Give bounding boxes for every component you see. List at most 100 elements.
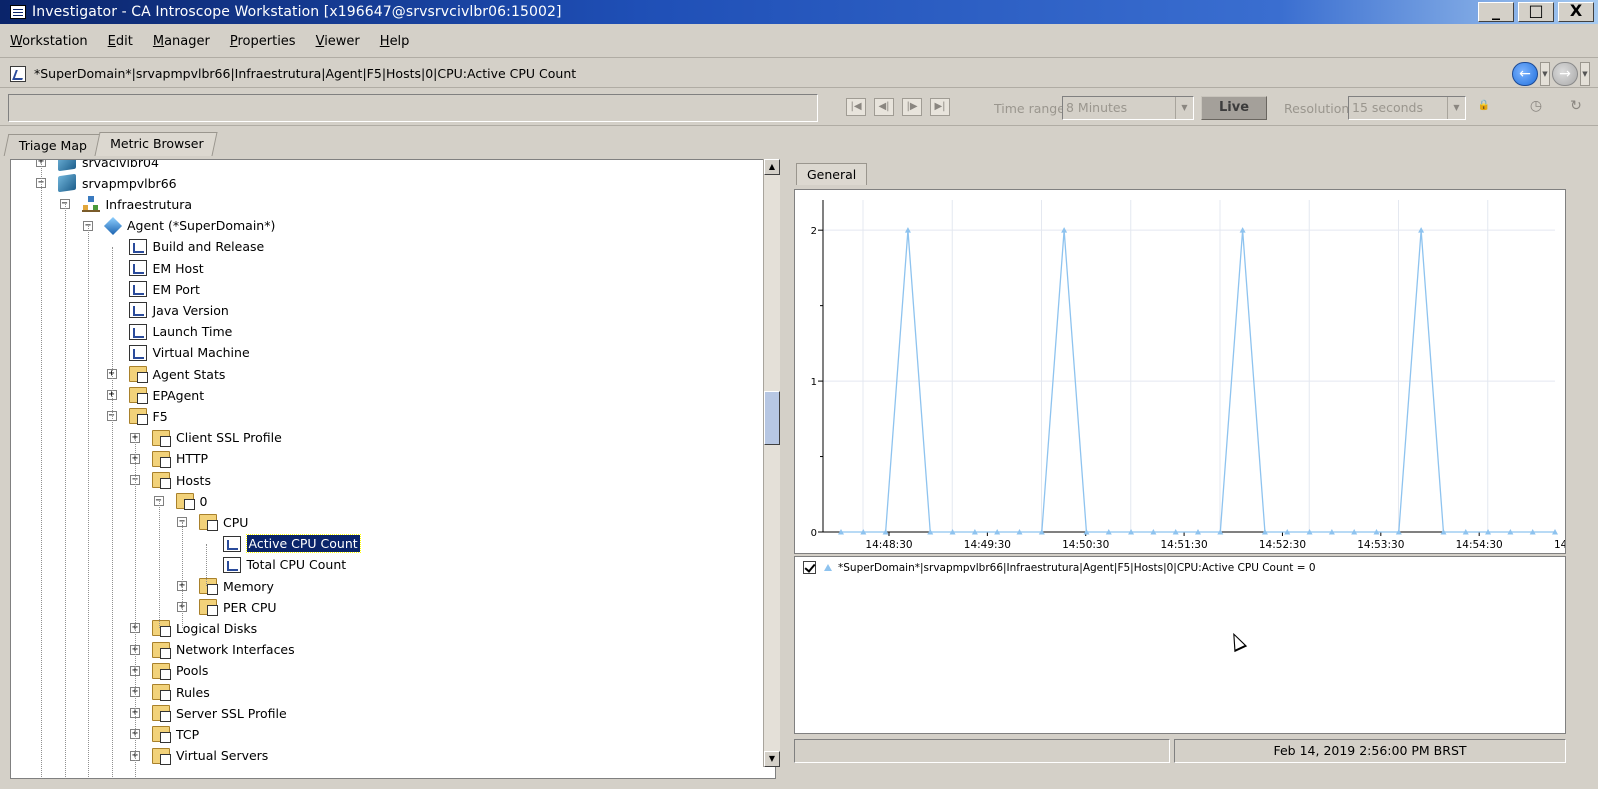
tree-node[interactable]: TCP — [152, 724, 199, 744]
tree-node[interactable]: Total CPU Count — [222, 555, 347, 575]
scroll-thumb[interactable] — [764, 391, 780, 445]
back-history-dropdown[interactable]: ▼ — [1540, 62, 1550, 86]
tree-node[interactable]: Memory — [199, 576, 274, 596]
tree-node[interactable]: Virtual Servers — [152, 746, 268, 766]
live-button[interactable]: Live — [1201, 96, 1267, 120]
tree-scrollbar[interactable]: ▲ ▼ — [763, 159, 780, 767]
x-tick-label: 14:55:30 — [1554, 539, 1565, 551]
tree-node[interactable]: 0 — [175, 491, 207, 511]
menu-edit[interactable]: Edit — [108, 34, 133, 49]
tree-node[interactable]: EM Host — [128, 258, 204, 278]
lock-icon[interactable]: 🔒 — [1474, 98, 1494, 116]
resolution-select[interactable]: 15 seconds ▼ — [1348, 96, 1466, 120]
folder-icon — [152, 429, 171, 447]
tree-connector — [205, 543, 207, 586]
tree-node[interactable]: Java Version — [128, 300, 229, 320]
tree-node-label: Pools — [176, 663, 209, 679]
step-forward-icon[interactable]: |▶ — [902, 98, 922, 116]
menu-workstation[interactable]: Workstation — [10, 34, 88, 49]
folder-icon — [152, 705, 171, 723]
tree-node[interactable]: EPAgent — [128, 385, 204, 405]
forward-history-dropdown[interactable]: ▼ — [1580, 62, 1590, 86]
tree-node[interactable]: Launch Time — [128, 322, 233, 342]
tree-node[interactable]: Active CPU Count — [222, 534, 361, 554]
minimize-button[interactable]: _ — [1478, 2, 1514, 22]
metric-icon — [128, 323, 147, 340]
tree-node[interactable]: Network Interfaces — [152, 640, 295, 660]
tree-node[interactable]: CPU — [199, 512, 248, 532]
tree-node[interactable]: PER CPU — [199, 597, 277, 617]
tree-node[interactable]: Client SSL Profile — [152, 428, 282, 448]
metric-icon — [128, 302, 147, 319]
tree-connector — [182, 522, 183, 629]
tree-node-label: TCP — [176, 726, 200, 742]
tree-node[interactable]: Hosts — [152, 470, 211, 490]
tree-node[interactable]: Agent (*SuperDomain*) — [103, 216, 275, 236]
status-timestamp: Feb 14, 2019 2:56:00 PM BRST — [1174, 739, 1566, 763]
tree-node-label: Java Version — [152, 302, 229, 318]
x-tick-label: 14:48:30 — [865, 539, 912, 551]
folder-icon — [199, 578, 218, 595]
tree-node[interactable]: Agent Stats — [128, 364, 225, 384]
tab-general[interactable]: General — [796, 163, 868, 185]
menu-help[interactable]: Help — [380, 34, 410, 49]
tree-node-label: HTTP — [176, 451, 208, 467]
refresh-icon[interactable]: ↻ — [1566, 98, 1586, 116]
line-chart: 0 1 2 14:48:30 14:49:30 14:50:30 14:51:30 14:52… — [811, 200, 1598, 551]
toolbar-blank-field — [8, 94, 818, 122]
folder-icon — [152, 450, 171, 468]
forward-arrow-icon[interactable]: → — [1552, 62, 1578, 86]
server-icon — [58, 173, 76, 193]
tab-triage-map[interactable]: Triage Map — [3, 134, 101, 156]
menu-properties[interactable]: Properties — [230, 34, 296, 49]
tree-node[interactable]: EM Port — [128, 279, 200, 299]
tree-node-label: Launch Time — [152, 324, 233, 340]
tree-node[interactable]: Rules — [152, 682, 210, 702]
tree-node[interactable]: F5 — [128, 406, 168, 426]
metric-icon — [128, 238, 147, 255]
app-icon — [10, 5, 26, 19]
scroll-up-icon[interactable]: ▲ — [764, 159, 780, 175]
scroll-down-icon[interactable]: ▼ — [764, 751, 780, 767]
back-arrow-icon[interactable]: ← — [1512, 62, 1538, 86]
tree-node[interactable]: HTTP — [152, 449, 208, 469]
metric-icon — [222, 535, 241, 552]
menu-viewer[interactable]: Viewer — [316, 34, 360, 49]
legend-checkbox[interactable] — [803, 561, 816, 574]
tree-node-label: Logical Disks — [176, 620, 258, 636]
skip-to-end-icon[interactable]: ▶| — [930, 98, 950, 116]
folder-icon — [152, 641, 171, 659]
tree-node-label: Rules — [176, 684, 210, 700]
x-tick-label: 14:50:30 — [1062, 539, 1109, 551]
menu-manager[interactable]: Manager — [153, 34, 210, 49]
status-field — [794, 739, 1170, 763]
legend-area: *SuperDomain*|srvapmpvlbr66|Infraestrutu… — [794, 556, 1566, 734]
close-button[interactable]: X — [1558, 2, 1594, 22]
folder-icon — [128, 387, 148, 405]
tree-node-label: Total CPU Count — [246, 557, 347, 573]
tree-node[interactable]: Virtual Machine — [128, 343, 250, 363]
tree-node-label: Virtual Machine — [152, 345, 250, 361]
tree-node[interactable]: Logical Disks — [152, 618, 257, 638]
step-back-icon[interactable]: ◀| — [874, 98, 894, 116]
folder-icon — [175, 493, 195, 511]
tree-node[interactable]: Server SSL Profile — [152, 703, 287, 723]
tree-node-label: CPU — [223, 514, 249, 530]
tab-metric-browser[interactable]: Metric Browser — [94, 132, 218, 156]
skip-to-start-icon[interactable]: |◀ — [846, 98, 866, 116]
timer-icon[interactable]: ◷ — [1526, 98, 1546, 116]
maximize-button[interactable]: □ — [1518, 2, 1554, 22]
tree-node[interactable]: Infraestrutura — [81, 194, 193, 214]
tree-node[interactable]: Build and Release — [128, 237, 264, 257]
time-range-select[interactable]: 8 Minutes ▼ — [1062, 96, 1194, 120]
metric-tree: srvacivlbr04 + srvapmpvlbr66− Infraestrutur… — [10, 159, 776, 779]
tree-node[interactable]: srvapmpvlbr66 — [58, 173, 177, 193]
folder-icon — [152, 684, 171, 701]
tree-node-label: Infraestrutura — [105, 196, 193, 212]
tree-node[interactable]: Pools — [152, 661, 208, 681]
main-tabs: Triage Map Metric Browser — [3, 132, 218, 156]
tree-node-label: Active CPU Count — [245, 534, 361, 554]
tree-node-label: Client SSL Profile — [176, 430, 282, 446]
metric-icon — [128, 260, 147, 276]
tree-node[interactable]: srvacivlbr04 — [58, 160, 159, 172]
